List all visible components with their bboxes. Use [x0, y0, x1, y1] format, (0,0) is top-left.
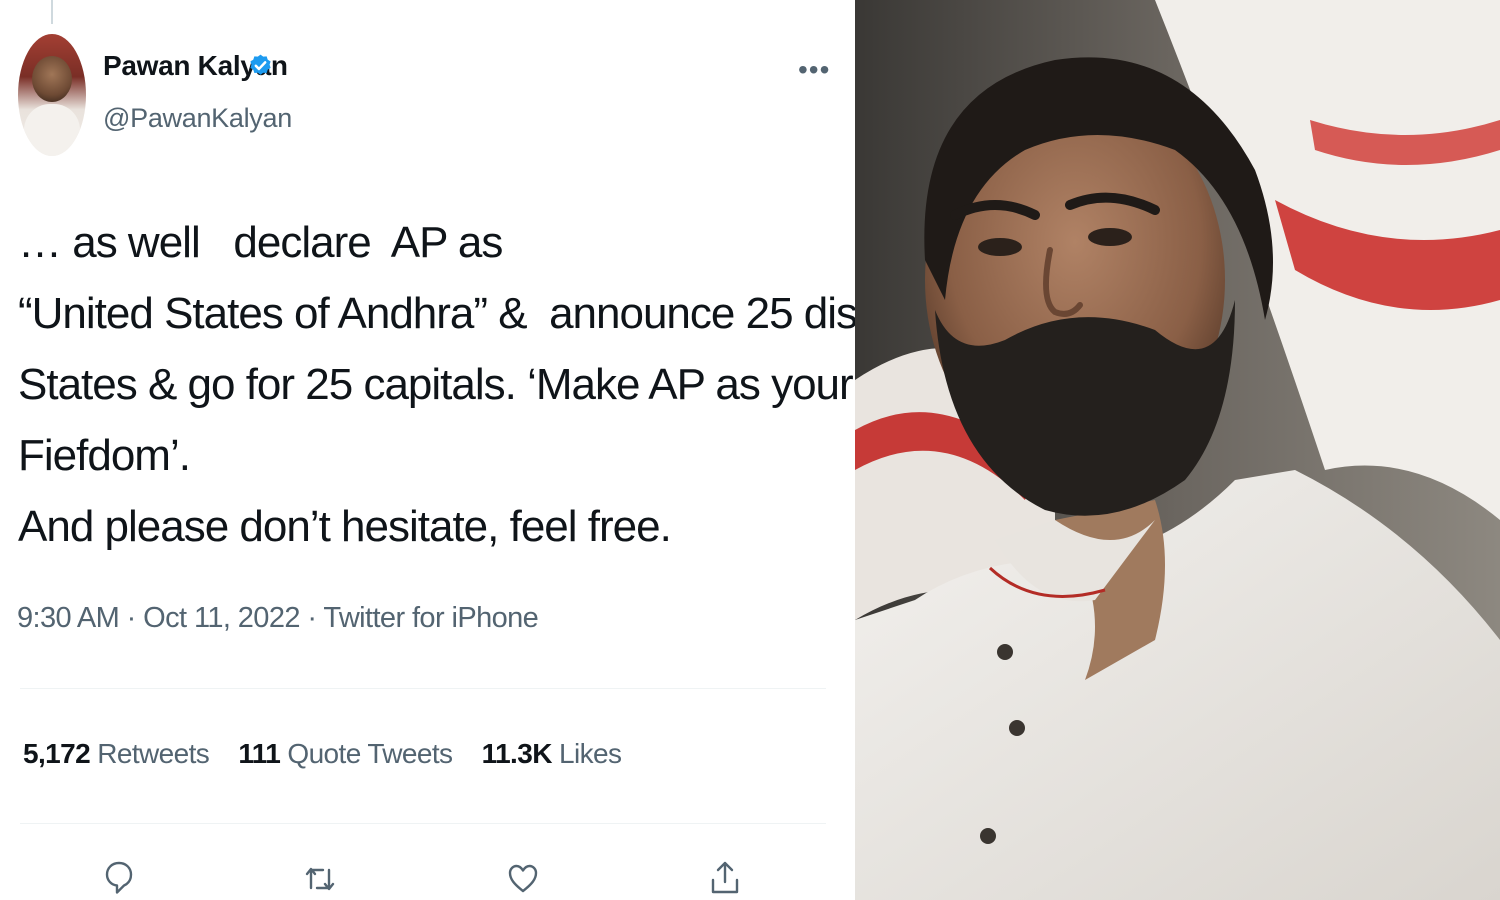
retweets-label: Retweets [97, 738, 210, 769]
right-eye [1088, 228, 1132, 246]
tweet-text-line: And please don’t hesitate, feel free. [18, 502, 672, 551]
shirt-button [997, 644, 1013, 660]
tweet-text-line: “United States of Andhra” & announce 25 … [18, 289, 855, 338]
avatar-head [32, 56, 72, 102]
tweet-text-line: States & go for 25 capitals. ‘Make AP as… [18, 360, 854, 409]
tweet-text-line: Fiefdom’. [18, 431, 191, 480]
retweets-stat[interactable]: 5,172 Retweets [23, 738, 210, 769]
likes-stat[interactable]: 11.3K Likes [482, 738, 622, 769]
avatar[interactable] [18, 34, 86, 156]
quotes-count: 111 [238, 738, 281, 769]
author-handle[interactable]: @PawanKalyan [103, 103, 292, 134]
divider [20, 823, 826, 824]
quote-tweets-stat[interactable]: 111 Quote Tweets [238, 738, 453, 769]
likes-label: Likes [559, 738, 622, 769]
tweet-timestamp-source[interactable]: 9:30 AM · Oct 11, 2022 · Twitter for iPh… [17, 602, 539, 635]
retweets-count: 5,172 [23, 738, 91, 769]
shirt-button [980, 828, 996, 844]
more-options-icon[interactable]: ••• [798, 54, 830, 86]
avatar-shirt [24, 104, 80, 156]
portrait-photo [855, 0, 1500, 900]
share-icon[interactable] [708, 858, 742, 898]
retweet-icon[interactable] [303, 858, 337, 898]
shirt-button [1009, 720, 1025, 736]
tweet-text: … as well declare AP as “United States o… [18, 207, 855, 562]
like-icon[interactable] [506, 858, 540, 898]
verified-badge-icon [250, 54, 271, 75]
likes-count: 11.3K [481, 738, 553, 769]
divider [20, 688, 826, 689]
engagement-stats: 5,172 Retweets 111 Quote Tweets 11.3K Li… [23, 738, 643, 770]
left-eye [978, 238, 1022, 256]
tweet-text-line: … as well declare AP as [18, 218, 503, 267]
portrait-illustration [855, 0, 1500, 900]
reply-icon[interactable] [102, 858, 136, 898]
tweet-card: Pawan Kalyan @PawanKalyan ••• … as well … [0, 0, 855, 900]
quotes-label: Quote Tweets [287, 738, 453, 769]
thread-connector-line [51, 0, 53, 24]
